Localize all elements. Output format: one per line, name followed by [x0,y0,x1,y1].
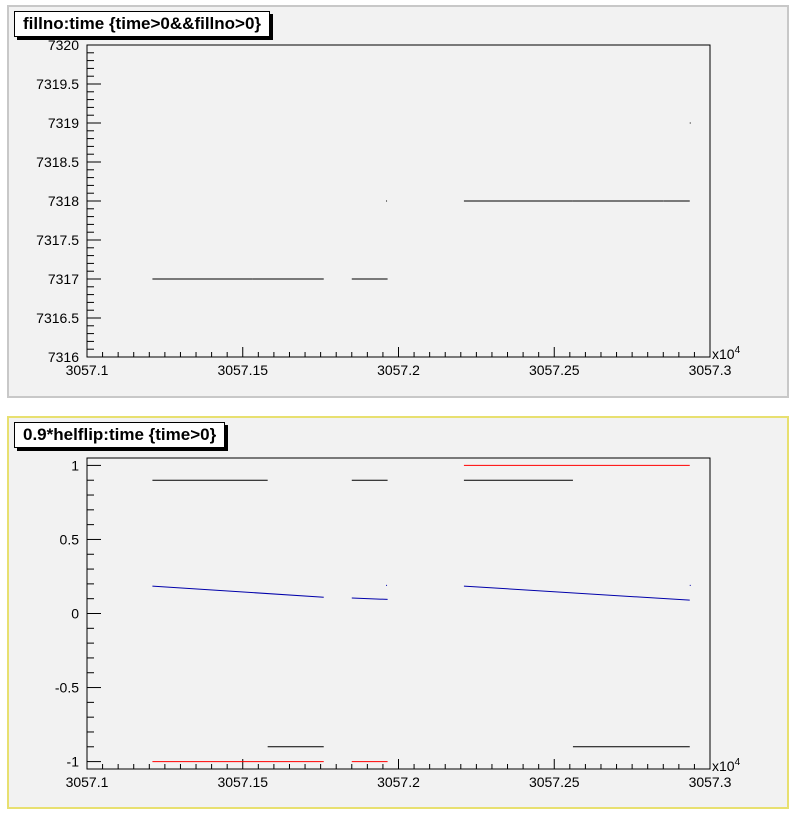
chart-1-title: fillno:time {time>0&&fillno>0} [14,11,271,37]
chart-2-x-multiplier: x104 [712,757,741,774]
chart-2-ytick-label: 1 [71,457,79,473]
chart-2-series-3-segment [351,597,388,600]
chart-1-x-multiplier-exponent: 4 [735,345,741,356]
chart-1-x-multiplier-base: x10 [712,346,735,362]
chart-2-xtick-label: 3057.2 [377,774,420,790]
chart-2-ytick-label: -0.5 [55,680,79,696]
chart-1-ytick-label: 7316.5 [36,310,79,326]
chart-1-ytick-label: 7319 [48,115,79,131]
chart-2-ytick-label: 0.5 [60,531,80,547]
chart-2-series-3-segment [152,585,324,598]
chart-2-ytick-label: -1 [67,754,80,770]
chart-2-frame [86,457,711,770]
chart-2-title: 0.9*helflip:time {time>0} [14,422,226,448]
chart-2-x-multiplier-exponent: 4 [735,757,741,768]
chart-1-x-multiplier: x104 [712,345,741,362]
chart-1-xtick-label: 3057.1 [66,362,109,378]
chart-1-xtick-label: 3057.2 [377,362,420,378]
chart-2-xtick-label: 3057.25 [529,774,580,790]
chart-2-ytick-label: 0 [71,606,79,622]
chart-1-xtick-label: 3057.25 [529,362,580,378]
chart-1-ytick-label: 7320 [48,37,79,53]
chart-2-series-3-segment [463,585,690,601]
chart-1-ytick-label: 7319.5 [36,76,79,92]
chart-2-xtick-label: 3057.15 [217,774,268,790]
chart-2-xtick-label: 3057.3 [689,774,732,790]
chart-1-ytick-label: 7317 [48,271,79,287]
chart-1-xtick-label: 3057.15 [217,362,268,378]
chart-1-ytick-label: 7318.5 [36,154,79,170]
chart-1-ytick-label: 7317.5 [36,232,79,248]
chart-1-xtick-label: 3057.3 [689,362,732,378]
chart-2-x-multiplier-base: x10 [712,758,735,774]
chart-2-xtick-label: 3057.1 [66,774,109,790]
chart-1-ytick-label: 7318 [48,193,79,209]
charts-canvas: 73167316.573177317.573187318.573197319.5… [36,37,741,790]
